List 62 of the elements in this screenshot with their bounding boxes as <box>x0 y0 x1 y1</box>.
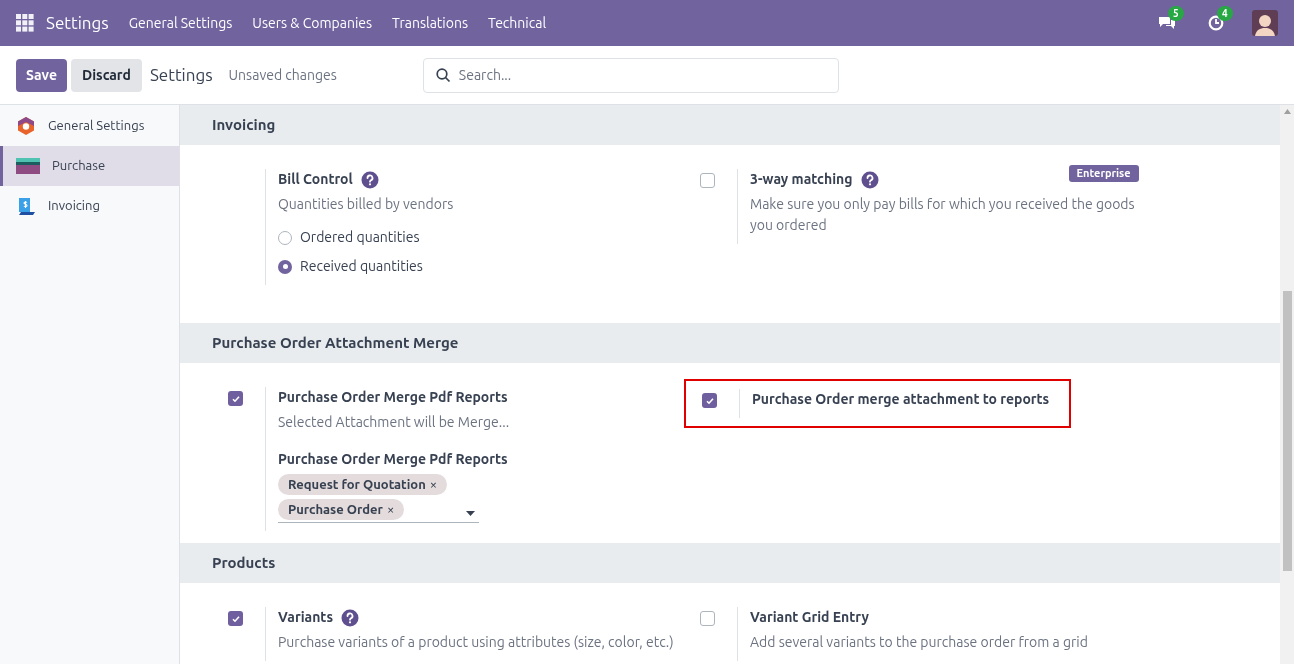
hexagon-icon <box>16 116 36 136</box>
unsaved-status: Unsaved changes <box>228 65 337 85</box>
caret-icon[interactable] <box>466 511 475 516</box>
radio-button[interactable] <box>278 230 292 245</box>
chat-icon[interactable] <box>1158 15 1176 31</box>
setting-description: Add several variants to the purchase order from a grid <box>750 633 1088 652</box>
checkmark-icon <box>230 613 241 624</box>
activity-count-badge: 4 <box>1217 6 1233 21</box>
field-label: Purchase Order Merge Pdf Reports <box>278 450 509 469</box>
setting-description: Quantities billed by vendors <box>278 195 454 214</box>
radio-button[interactable] <box>278 259 292 274</box>
tag-label: Request for Quotation <box>288 476 426 493</box>
checkmark-icon <box>704 395 715 406</box>
search-icon <box>435 67 451 83</box>
menu-item[interactable]: Technical <box>488 12 547 34</box>
setting-title: Variant Grid Entry <box>750 608 869 627</box>
setting-title: 3-way matching <box>750 170 853 189</box>
section-header: Products <box>180 543 1280 583</box>
message-count-badge: 5 <box>1168 6 1184 21</box>
radio-label: Received quantities <box>300 257 423 276</box>
search-input[interactable]: Search... <box>458 64 826 86</box>
setting-title: Variants <box>278 608 333 627</box>
page-title: Settings <box>149 64 213 87</box>
radio-label: Ordered quantities <box>300 228 420 247</box>
tag-remove[interactable]: × <box>386 499 395 520</box>
tag-label: Purchase Order <box>288 501 383 518</box>
menu-item[interactable]: Translations <box>392 12 468 34</box>
setting-title: Purchase Order merge attachment to reports <box>752 390 1050 409</box>
checkbox[interactable] <box>700 611 715 626</box>
checkbox[interactable] <box>700 173 715 188</box>
setting-description: Purchase variants of a product using attributes (size, color, etc.) <box>278 633 674 652</box>
checkmark-icon <box>230 393 241 404</box>
setting-title: Purchase Order Merge Pdf Reports <box>278 388 508 407</box>
search-field[interactable]: Search... <box>422 57 839 93</box>
checkbox[interactable] <box>228 611 243 626</box>
tags-field[interactable]: Request for Quotation × Purchase Order × <box>278 470 479 523</box>
checkbox[interactable] <box>702 393 717 408</box>
sidebar-item[interactable]: General Settings <box>0 106 179 146</box>
menu-item[interactable]: Users & Companies <box>252 12 373 34</box>
setting-description: Selected Attachment will be Merge... <box>278 413 510 432</box>
discard-button[interactable]: Discard <box>70 58 142 92</box>
help-icon[interactable] <box>860 170 879 189</box>
save-button[interactable]: Save <box>16 58 67 92</box>
sidebar-item[interactable]: Invoicing <box>0 186 179 226</box>
tag-remove[interactable]: × <box>429 474 438 495</box>
section-header: Purchase Order Attachment Merge <box>180 323 1280 363</box>
setting-description: Make sure you only pay bills for which you received the goods you ordered <box>750 195 1136 235</box>
avatar-icon[interactable] <box>1252 10 1278 36</box>
app-grid-icon[interactable] <box>16 14 34 32</box>
invoice-icon <box>16 196 36 216</box>
scrollbar[interactable] <box>1280 105 1294 664</box>
sidebar-item[interactable]: Purchase <box>0 146 179 186</box>
help-icon[interactable] <box>360 170 379 189</box>
section-header: Invoicing <box>180 105 1280 145</box>
checkbox[interactable] <box>228 391 243 406</box>
app-title[interactable]: Settings <box>46 10 109 36</box>
help-icon[interactable] <box>341 608 359 627</box>
clock-icon[interactable] <box>1208 15 1224 31</box>
card-icon <box>16 158 40 174</box>
setting-title: Bill Control <box>278 170 353 189</box>
enterprise-badge: Enterprise <box>1068 165 1139 182</box>
menu-item[interactable]: General Settings <box>128 12 233 34</box>
